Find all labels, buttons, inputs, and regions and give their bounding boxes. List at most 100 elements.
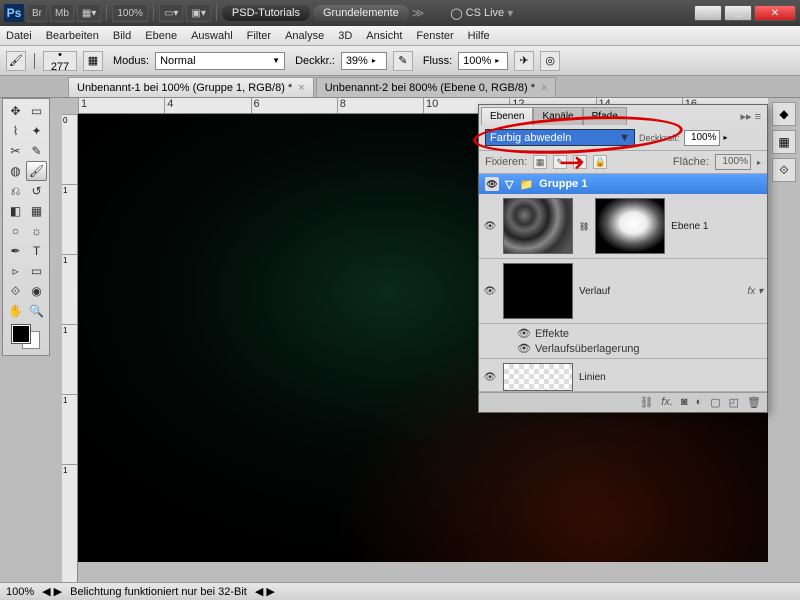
fx-badge[interactable]: fx ▾ — [747, 286, 763, 297]
workspace-more-icon[interactable]: ≫ — [412, 6, 425, 20]
tablet-pressure-icon[interactable]: ◎ — [540, 51, 560, 71]
marquee-tool[interactable]: ▭ — [26, 101, 47, 121]
tab-kanaele[interactable]: Kanäle — [533, 107, 582, 125]
hand-tool[interactable]: ✋ — [5, 301, 26, 321]
status-zoom[interactable]: 100% — [6, 586, 34, 598]
visibility-icon[interactable]: 👁 — [483, 221, 497, 232]
menu-ansicht[interactable]: Ansicht — [366, 30, 402, 42]
type-tool[interactable]: T — [26, 241, 47, 261]
cslive-label[interactable]: CS Live — [466, 7, 505, 19]
menu-bild[interactable]: Bild — [113, 30, 131, 42]
layer-thumbnail[interactable] — [503, 263, 573, 319]
wand-tool[interactable]: ✦ — [26, 121, 47, 141]
tool-preset-icon[interactable]: 🖌 — [6, 51, 26, 71]
history-brush-tool[interactable]: ↺ — [26, 181, 47, 201]
expand-icon[interactable]: ▽ — [505, 178, 513, 191]
screen-mode-button[interactable]: ▣▾ — [186, 4, 210, 22]
brush-preview[interactable]: •277 — [43, 51, 77, 71]
tab-ebenen[interactable]: Ebenen — [481, 107, 533, 125]
blur-tool[interactable]: ○ — [5, 221, 26, 241]
arrange-button[interactable]: ▭▾ — [159, 4, 183, 22]
close-tab-icon[interactable]: × — [541, 82, 547, 94]
gradient-tool[interactable]: ▦ — [26, 201, 47, 221]
visibility-icon[interactable]: 👁 — [517, 327, 531, 340]
menu-ebene[interactable]: Ebene — [145, 30, 177, 42]
styles-panel-icon[interactable]: ⟐ — [772, 158, 796, 182]
visibility-icon[interactable]: 👁 — [483, 372, 497, 383]
color-panel-icon[interactable]: ◆ — [772, 102, 796, 126]
layer-name[interactable]: Verlauf — [579, 286, 610, 297]
view-extras-button[interactable]: ▦▾ — [77, 4, 101, 22]
adjustment-icon[interactable]: ◐ — [696, 396, 703, 409]
eraser-tool[interactable]: ◧ — [5, 201, 26, 221]
airbrush-icon[interactable]: ✈ — [514, 51, 534, 71]
menu-analyse[interactable]: Analyse — [285, 30, 324, 42]
minibridge-button[interactable]: Mb — [50, 4, 74, 22]
flow-input[interactable]: 100%▸ — [458, 52, 508, 70]
brush-panel-button[interactable]: ▦ — [83, 51, 103, 71]
menu-auswahl[interactable]: Auswahl — [191, 30, 233, 42]
blend-mode-dropdown[interactable]: Farbig abwedeln▼ — [485, 129, 635, 146]
visibility-icon[interactable]: 👁 — [517, 342, 531, 355]
tab-pfade[interactable]: Pfade — [583, 107, 627, 125]
layer-group[interactable]: 👁 ▽ 📁 Gruppe 1 — [479, 174, 767, 194]
color-swatch[interactable] — [12, 325, 40, 349]
maximize-button[interactable]: ▢ — [724, 5, 752, 21]
move-tool[interactable]: ✥ — [5, 101, 26, 121]
delete-layer-icon[interactable]: 🗑 — [747, 396, 761, 409]
layer-row[interactable]: 👁 Verlauf fx ▾ — [479, 259, 767, 324]
layer-row[interactable]: 👁 Linien — [479, 359, 767, 392]
brush-tool[interactable]: 🖌 — [26, 161, 47, 181]
close-button[interactable]: ✕ — [754, 5, 796, 21]
menu-datei[interactable]: Datei — [6, 30, 32, 42]
visibility-icon[interactable]: 👁 — [485, 177, 499, 191]
blend-mode-select[interactable]: Normal▼ — [155, 52, 285, 70]
opacity-pressure-icon[interactable]: ✎ — [393, 51, 413, 71]
mask為link-icon[interactable]: ⛓ — [579, 222, 589, 231]
zoom-tool[interactable]: 🔍 — [26, 301, 47, 321]
heal-tool[interactable]: ◍ — [5, 161, 26, 181]
layer-name[interactable]: Ebene 1 — [671, 221, 708, 232]
minimize-button[interactable]: — — [694, 5, 722, 21]
opacity-input[interactable]: 39%▸ — [341, 52, 387, 70]
new-layer-icon[interactable]: ◰ — [729, 396, 739, 409]
lock-pixels-icon[interactable]: ✎ — [553, 155, 567, 169]
shape-tool[interactable]: ▭ — [26, 261, 47, 281]
layer-row[interactable]: 👁 ⛓ Ebene 1 — [479, 194, 767, 259]
menu-3d[interactable]: 3D — [338, 30, 352, 42]
doc-tab-2[interactable]: Unbenannt-2 bei 800% (Ebene 0, RGB/8) *× — [316, 77, 557, 97]
workspace-grund[interactable]: Grundelemente — [313, 5, 409, 21]
dodge-tool[interactable]: ☼ — [26, 221, 47, 241]
stamp-tool[interactable]: ⎌ — [5, 181, 26, 201]
lock-position-icon[interactable]: ✥ — [573, 155, 587, 169]
visibility-icon[interactable]: 👁 — [483, 286, 497, 297]
menu-hilfe[interactable]: Hilfe — [468, 30, 490, 42]
fx-gradient-overlay[interactable]: Verlaufsüberlagerung — [535, 343, 640, 355]
layer-thumbnail[interactable] — [503, 198, 573, 254]
menu-bearbeiten[interactable]: Bearbeiten — [46, 30, 99, 42]
mask-icon[interactable]: ◙ — [681, 396, 688, 409]
swatches-panel-icon[interactable]: ▦ — [772, 130, 796, 154]
layer-thumbnail[interactable] — [503, 363, 573, 391]
zoom-level[interactable]: 100% — [112, 4, 148, 22]
lock-transparency-icon[interactable]: ▦ — [533, 155, 547, 169]
link-layers-icon[interactable]: ⛓ — [639, 396, 653, 409]
menu-fenster[interactable]: Fenster — [416, 30, 453, 42]
lasso-tool[interactable]: ⌇ — [5, 121, 26, 141]
path-tool[interactable]: ▹ — [5, 261, 26, 281]
panel-menu-icon[interactable]: ▸▸ ≡ — [734, 108, 767, 125]
camera-tool[interactable]: ◉ — [26, 281, 47, 301]
3d-tool[interactable]: ⟐ — [5, 281, 26, 301]
fx-icon[interactable]: fx. — [661, 396, 673, 409]
close-tab-icon[interactable]: × — [298, 82, 304, 94]
layer-opacity-input[interactable]: 100% — [684, 130, 720, 146]
menu-filter[interactable]: Filter — [247, 30, 271, 42]
crop-tool[interactable]: ✂ — [5, 141, 26, 161]
workspace-psd[interactable]: PSD-Tutorials — [222, 5, 310, 21]
fill-input[interactable]: 100% — [715, 154, 751, 170]
layer-name[interactable]: Linien — [579, 372, 606, 383]
pen-tool[interactable]: ✒ — [5, 241, 26, 261]
eyedropper-tool[interactable]: ✎ — [26, 141, 47, 161]
group-icon[interactable]: ▢ — [710, 396, 720, 409]
doc-tab-1[interactable]: Unbenannt-1 bei 100% (Gruppe 1, RGB/8) *… — [68, 77, 314, 97]
